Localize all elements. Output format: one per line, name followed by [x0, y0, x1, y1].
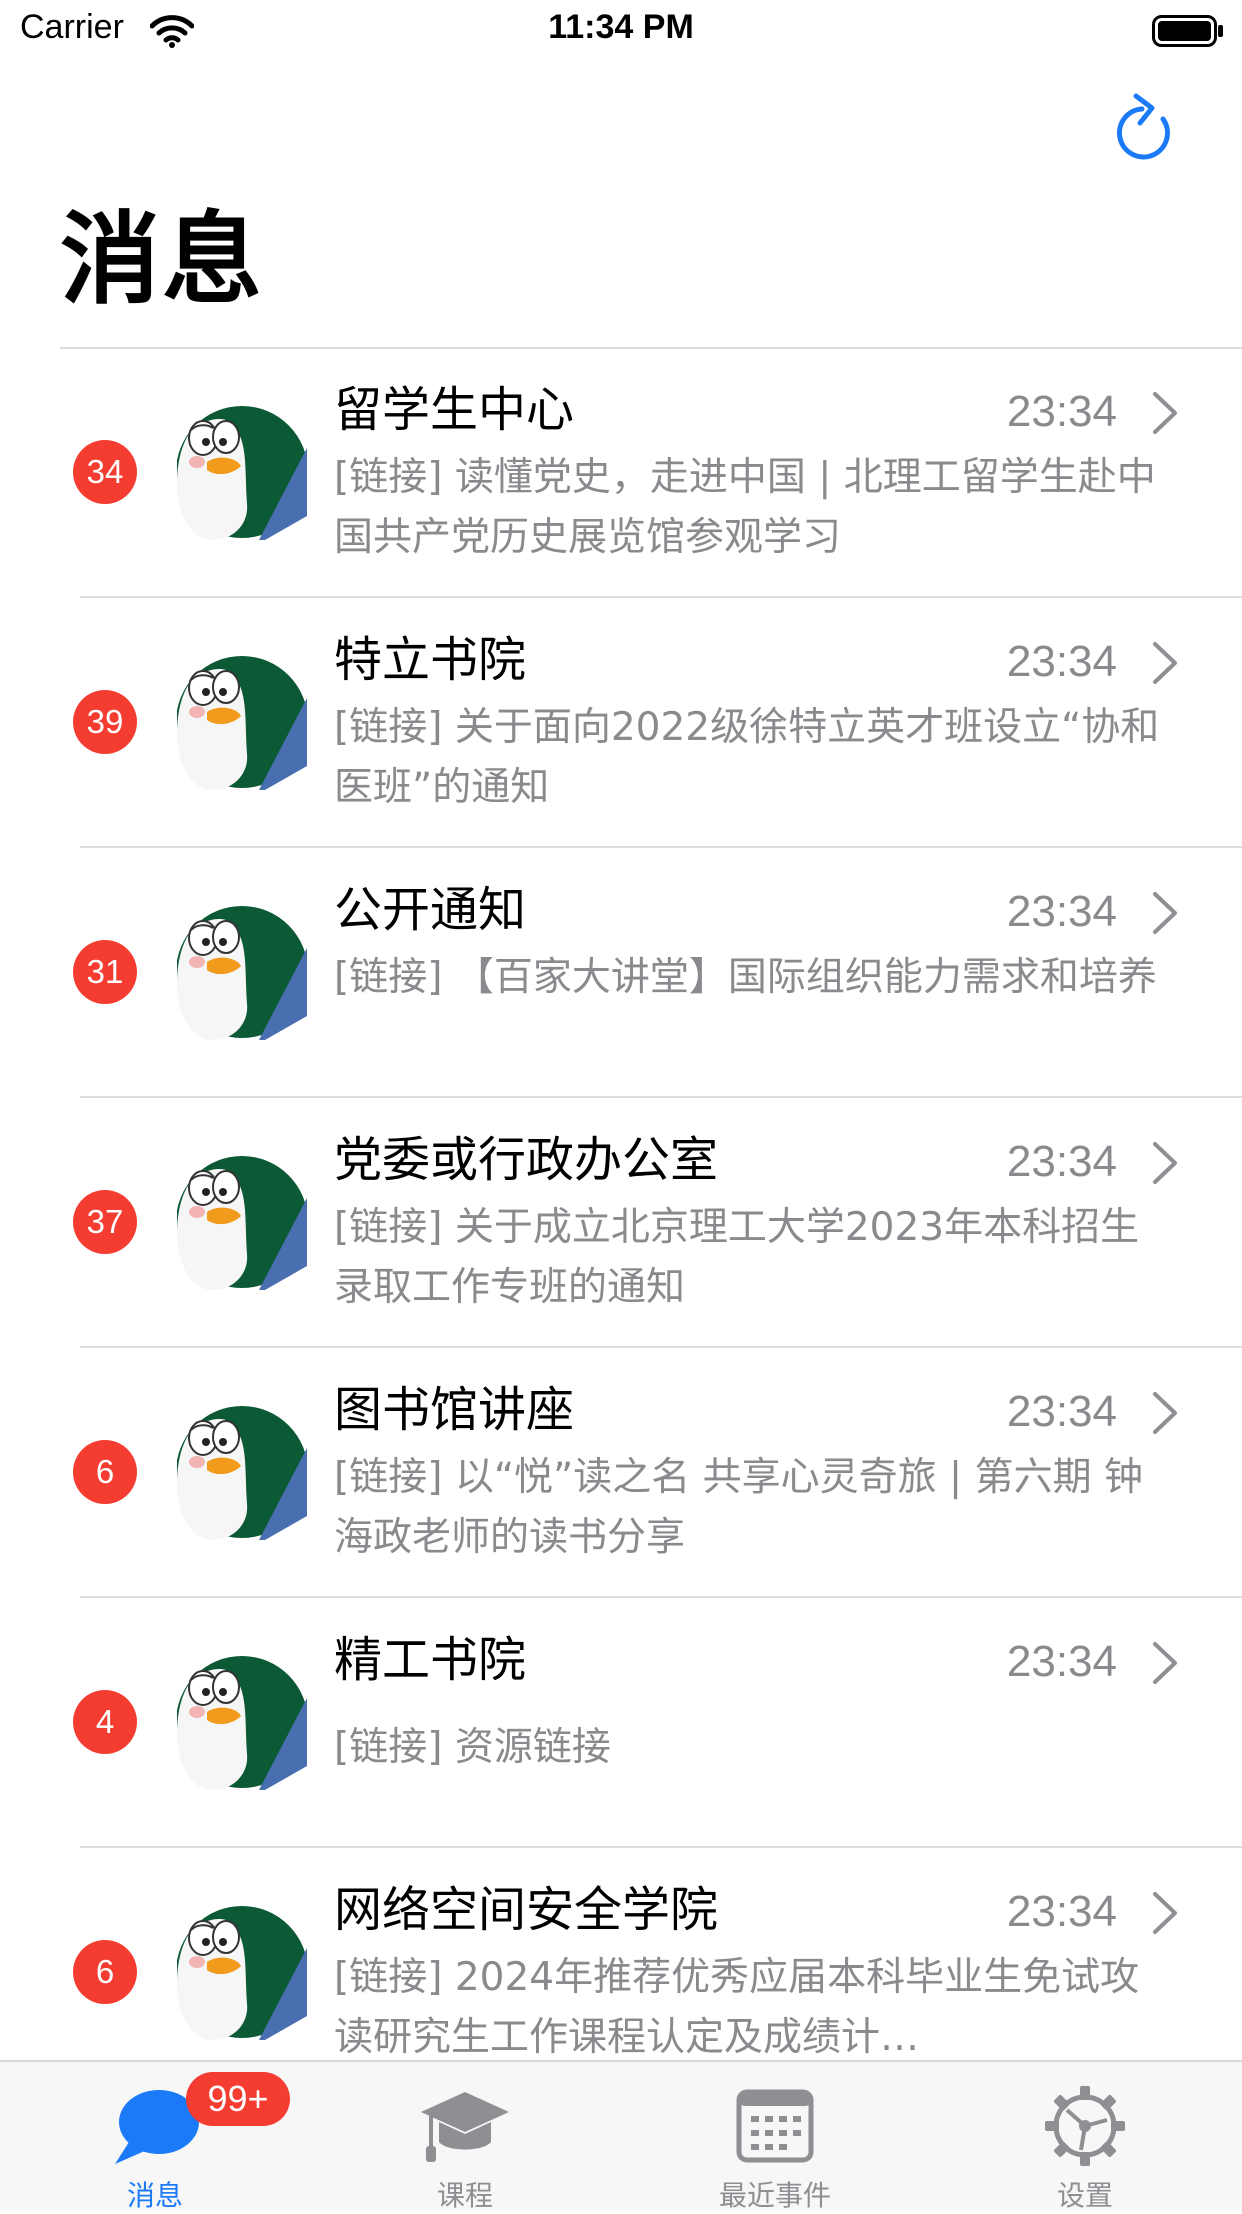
sender-name: 精工书院 [334, 1632, 527, 1688]
chevron-right-icon [1153, 1642, 1177, 1684]
chevron-right-icon [1153, 1892, 1177, 1934]
penguin-avatar-icon [177, 906, 307, 1040]
message-preview: [链接] 2024年推荐优秀应届本科毕业生免试攻读研究生工作课程认定及成绩计… [334, 1955, 1140, 2060]
sender-name: 网络空间安全学院 [334, 1882, 719, 1938]
chevron-right-icon [1153, 392, 1177, 434]
message-preview: [链接] 以“悦”读之名 共享心灵奇旅 | 第六期 钟海政老师的读书分享 [334, 1455, 1143, 1560]
chevron-right-icon [1153, 1392, 1177, 1434]
status-bar: Carrier 11:34 PM [0, 0, 1242, 60]
list-item[interactable]: 34 留学生中心 23:34 [链接] 读懂党史，走进中国 | 北理工留学生赴中… [0, 348, 1242, 598]
chevron-right-icon [1153, 892, 1177, 934]
chevron-right-icon [1153, 642, 1177, 684]
penguin-avatar-icon [177, 656, 307, 790]
tab-settings[interactable]: 设置 [930, 2062, 1240, 2212]
message-list: 34 留学生中心 23:34 [链接] 读懂党史，走进中国 | 北理工留学生赴中… [0, 348, 1242, 2098]
list-item[interactable]: 6 图书馆讲座 23:34 [链接] 以“悦”读之名 共享心灵奇旅 | 第六期 … [0, 1348, 1242, 1598]
unread-badge: 6 [73, 1940, 137, 2004]
refresh-button[interactable] [1112, 88, 1180, 166]
tab-label: 最近事件 [718, 2179, 831, 2212]
message-time: 23:34 [1006, 1637, 1117, 1686]
graduation-cap-icon [421, 2092, 509, 2162]
unread-badge: 4 [73, 1690, 137, 1754]
penguin-avatar-icon [177, 1906, 307, 2040]
list-item[interactable]: 39 特立书院 23:34 [链接] 关于面向2022级徐特立英才班设立“协和医… [0, 598, 1242, 848]
sender-name: 留学生中心 [334, 382, 575, 438]
message-preview: [链接] 资源链接 [334, 1725, 611, 1770]
unread-badge: 39 [73, 690, 137, 754]
tab-label: 设置 [1056, 2179, 1113, 2212]
unread-badge: 6 [73, 1440, 137, 1504]
chevron-right-icon [1153, 1142, 1177, 1184]
sender-name: 图书馆讲座 [334, 1382, 575, 1438]
page-title: 消息 [60, 201, 264, 318]
message-time: 23:34 [1006, 1887, 1117, 1936]
message-time: 23:34 [1006, 887, 1117, 936]
sender-name: 特立书院 [334, 632, 527, 688]
gear-icon [1045, 2086, 1125, 2166]
message-time: 23:34 [1006, 387, 1117, 436]
tab-recent-events[interactable]: 最近事件 [620, 2062, 930, 2212]
unread-badge: 34 [73, 440, 137, 504]
message-preview: [链接] 读懂党史，走进中国 | 北理工留学生赴中国共产党历史展览馆参观学习 [334, 455, 1156, 560]
tab-courses[interactable]: 课程 [310, 2062, 620, 2212]
tab-bar: 消息 99+ 课程 最近事件 设置 [0, 2060, 1242, 2212]
message-time: 23:34 [1006, 637, 1117, 686]
unread-badge: 31 [73, 940, 137, 1004]
tab-messages[interactable]: 消息 99+ [0, 2062, 310, 2212]
penguin-avatar-icon [177, 1406, 307, 1540]
tab-badge: 99+ [186, 2072, 290, 2126]
clock: 11:34 PM [548, 8, 694, 46]
tab-label: 消息 [126, 2179, 183, 2212]
unread-badge: 37 [73, 1190, 137, 1254]
message-preview: [链接] 关于面向2022级徐特立英才班设立“协和医班”的通知 [334, 705, 1160, 810]
sender-name: 公开通知 [334, 882, 527, 938]
penguin-avatar-icon [177, 1656, 307, 1790]
list-item[interactable]: 31 公开通知 23:34 [链接] 【百家大讲堂】国际组织能力需求和培养 [0, 848, 1242, 1098]
penguin-avatar-icon [177, 1156, 307, 1290]
message-time: 23:34 [1006, 1137, 1117, 1186]
tab-label: 课程 [436, 2179, 493, 2212]
battery-icon [1152, 15, 1223, 47]
message-time: 23:34 [1006, 1387, 1117, 1436]
sender-name: 党委或行政办公室 [334, 1132, 719, 1188]
list-item[interactable]: 4 精工书院 23:34 [链接] 资源链接 [0, 1598, 1242, 1848]
calendar-icon [736, 2089, 814, 2163]
message-preview: [链接] 【百家大讲堂】国际组织能力需求和培养 [334, 955, 1157, 1000]
message-preview: [链接] 关于成立北京理工大学2023年本科招生录取工作专班的通知 [334, 1205, 1140, 1310]
list-item[interactable]: 37 党委或行政办公室 23:34 [链接] 关于成立北京理工大学2023年本科… [0, 1098, 1242, 1348]
penguin-avatar-icon [177, 406, 307, 540]
